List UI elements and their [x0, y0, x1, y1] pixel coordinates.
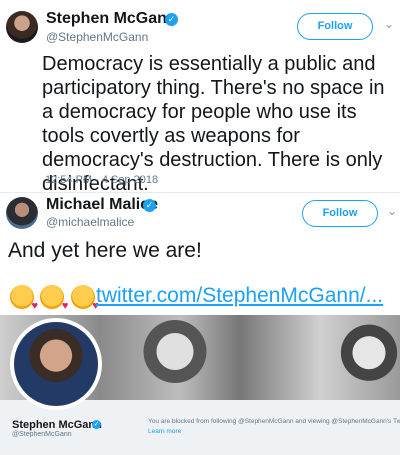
- learn-more-link[interactable]: Learn more: [148, 428, 181, 435]
- verified-badge-icon: ✓: [143, 199, 156, 212]
- tweet-link[interactable]: twitter.com/StephenMcGann/...: [96, 284, 383, 308]
- kissing-face-heart-icon: [10, 285, 38, 312]
- blocked-notice: You are blocked from following @StephenM…: [148, 418, 400, 425]
- banner-photo-child: [140, 320, 210, 390]
- follow-button[interactable]: Follow: [297, 13, 373, 40]
- divider: [0, 192, 400, 193]
- emoji-row: [10, 285, 99, 314]
- reply-follow-button[interactable]: Follow: [302, 200, 378, 227]
- chevron-down-icon[interactable]: ⌄: [384, 17, 394, 31]
- profile-card-handle[interactable]: @StephenMcGann: [12, 431, 72, 438]
- verified-badge-icon: ✓: [165, 13, 178, 26]
- reply-author-handle[interactable]: @michaelmalice: [46, 215, 134, 229]
- stephen-mcgann-avatar[interactable]: [6, 11, 38, 43]
- kissing-face-heart-icon: [70, 285, 99, 312]
- profile-card-avatar[interactable]: [10, 318, 102, 410]
- reply-author-name[interactable]: Michael Malice: [46, 196, 158, 214]
- reply-text: And yet here we are!: [8, 239, 202, 262]
- tweet-author-name[interactable]: Stephen McGann: [46, 10, 177, 28]
- kissing-face-heart-icon: [40, 285, 68, 312]
- profile-card-name[interactable]: Stephen McGann: [12, 419, 102, 431]
- michael-malice-avatar[interactable]: [6, 197, 38, 229]
- chevron-down-icon[interactable]: ⌄: [387, 204, 397, 218]
- tweet-author-handle[interactable]: @StephenMcGann: [46, 30, 148, 44]
- banner-photo-child: [340, 323, 398, 389]
- tweet-timestamp[interactable]: 12:54 PM - 4 Sep 2018: [45, 174, 158, 186]
- verified-badge-icon: ✓: [92, 420, 101, 429]
